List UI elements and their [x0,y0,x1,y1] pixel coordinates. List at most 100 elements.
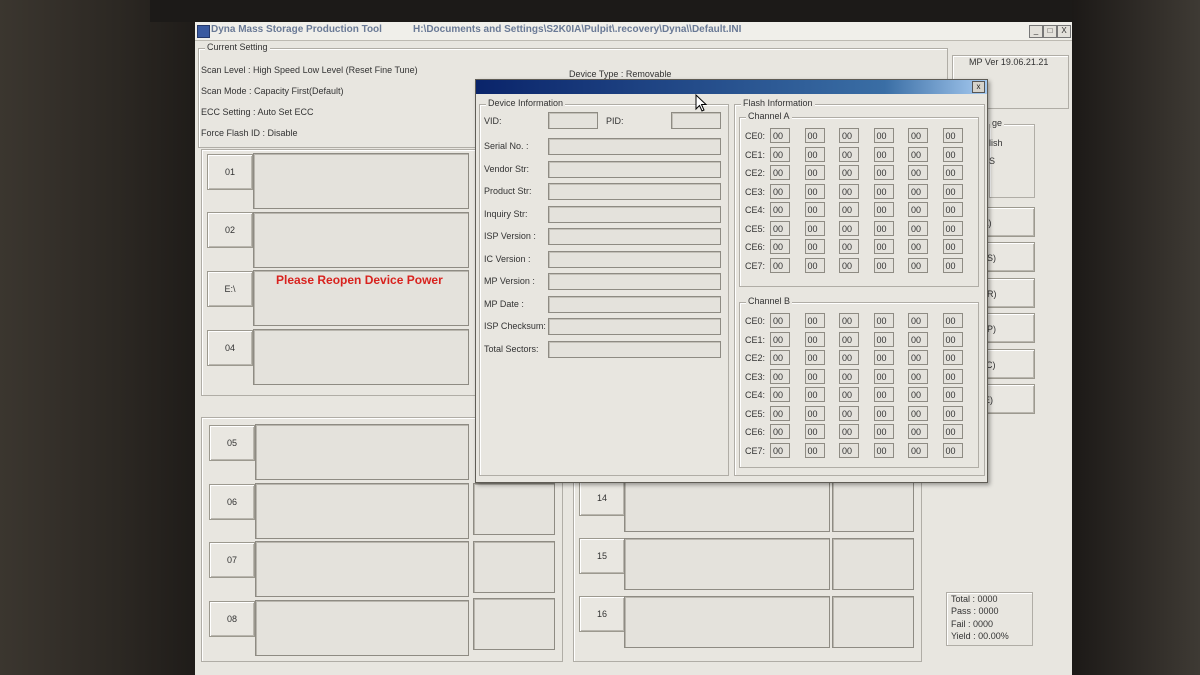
channel-b-cell: 00 [770,405,790,421]
stats-total: Total : 0000 [951,594,998,604]
channel-a-cell: 00 [839,202,859,217]
channel-b-cell: 00 [839,350,859,365]
pid-label: PID: [606,116,624,126]
channel-a-cell: 00 [873,239,894,254]
port-button-05[interactable]: 05 [209,425,255,461]
channel-b-cell: 00 [804,313,825,328]
channel-b-row-label: CE3: [745,371,766,382]
channel-b-cell: 00 [770,331,790,347]
channel-a-cell: 00 [770,220,790,236]
channel-b-cell: 00 [908,424,928,439]
current-setting-label: Current Setting [205,42,270,52]
monitor-bezel-top [150,0,1100,22]
channel-b-cell: 00 [770,387,790,402]
channel-b-cell: 00 [942,405,963,421]
channel-b-cell: 00 [908,368,928,384]
device-field-value[interactable] [548,340,721,358]
port-status-06 [255,483,469,539]
dialog-title-bar[interactable]: x [476,80,987,94]
device-info-dialog: x Device Information VID: PID: Flash Inf… [475,79,988,483]
device-field-value[interactable] [548,228,721,245]
channel-b-cell: 00 [942,350,963,365]
channel-b-row-label: CE6: [745,427,766,437]
device-field-value[interactable] [548,160,721,178]
port-status-05 [255,424,469,480]
mouse-cursor-icon [695,94,707,112]
stats-pass: Pass : 0000 [951,606,999,616]
channel-a-cell: 00 [942,220,963,236]
device-field-value[interactable] [548,183,721,200]
channel-b-cell: 00 [908,405,928,421]
channel-a-cell: 00 [804,128,825,143]
channel-b-cell: 00 [908,350,928,365]
pid-field[interactable] [671,112,721,129]
channel-a-cell: 00 [839,146,859,162]
maximize-button[interactable]: □ [1043,25,1057,38]
close-button[interactable]: X [1057,25,1071,38]
device-field-label: ISP Checksum: [484,321,546,331]
dialog-close-button[interactable]: x [972,81,985,93]
channel-b-cell: 00 [804,405,825,421]
port-button-e[interactable]: E:\ [207,271,253,307]
device-field-value[interactable] [548,205,721,223]
channel-a-cell: 00 [804,146,825,162]
minimize-button[interactable]: _ [1029,25,1043,38]
channel-a-cell: 00 [908,146,928,162]
device-field-value[interactable] [548,273,721,290]
device-field-value[interactable] [548,295,721,313]
channel-b-cell: 00 [908,313,928,328]
device-field-label: Vendor Str: [484,163,530,174]
channel-a-cell: 00 [770,128,790,143]
channel-b-cell: 00 [804,442,825,458]
channel-a-cell: 00 [908,220,928,236]
channel-a-cell: 00 [873,146,894,162]
channel-a-cell: 00 [908,202,928,217]
channel-b-cell: 00 [942,368,963,384]
channel-b-cell: 00 [804,368,825,384]
ini-path: H:\Documents and Settings\S2K0IA\Pulpit\… [413,24,742,35]
port-button-16[interactable]: 16 [579,596,625,632]
channel-b-cell: 00 [804,387,825,402]
device-field-value[interactable] [548,250,721,268]
channel-b-cell: 00 [942,331,963,347]
port-status-01 [253,153,469,209]
channel-a-cell: 00 [873,202,894,217]
channel-a-row-label: CE7: [745,260,766,271]
port-button-06[interactable]: 06 [209,484,255,520]
device-field-label: IC Version : [484,253,531,264]
port-status-15-extra [832,538,914,590]
device-field-label: ISP Version : [484,231,536,241]
port-button-15[interactable]: 15 [579,538,625,574]
title-bar: Dyna Mass Storage Production Tool H:\Doc… [195,22,1072,41]
channel-a-row-label: CE2: [745,168,766,178]
channel-a-cell: 00 [770,183,790,199]
port-button-07[interactable]: 07 [209,542,255,578]
port-status-07 [255,541,469,597]
channel-a-cell: 00 [804,239,825,254]
channel-b-cell: 00 [873,442,894,458]
ecc-setting: ECC Setting : Auto Set ECC [201,107,314,117]
device-field-value[interactable] [548,138,721,155]
channel-a-cell: 00 [770,146,790,162]
port-button-01[interactable]: 01 [207,154,253,190]
vid-field[interactable] [548,112,598,129]
port-status-07-extra [473,541,555,593]
port-status-06-extra [473,483,555,535]
port-status-15 [624,538,830,590]
port-button-08[interactable]: 08 [209,601,255,637]
warning-message: Please Reopen Device Power [276,273,443,287]
channel-b-cell: 00 [942,424,963,439]
port-button-14[interactable]: 14 [579,480,625,516]
channel-a-cell: 00 [942,146,963,162]
device-field-value[interactable] [548,318,721,335]
channel-b-row-label: CE4: [745,390,766,400]
flash-information-label: Flash Information [741,98,815,108]
port-button-04[interactable]: 04 [207,330,253,366]
channel-a-cell: 00 [942,257,963,273]
port-button-02[interactable]: 02 [207,212,253,248]
channel-a-cell: 00 [804,220,825,236]
channel-b-cell: 00 [839,331,859,347]
channel-a-cell: 00 [839,183,859,199]
channel-a-cell: 00 [908,183,928,199]
channel-a-cell: 00 [942,183,963,199]
